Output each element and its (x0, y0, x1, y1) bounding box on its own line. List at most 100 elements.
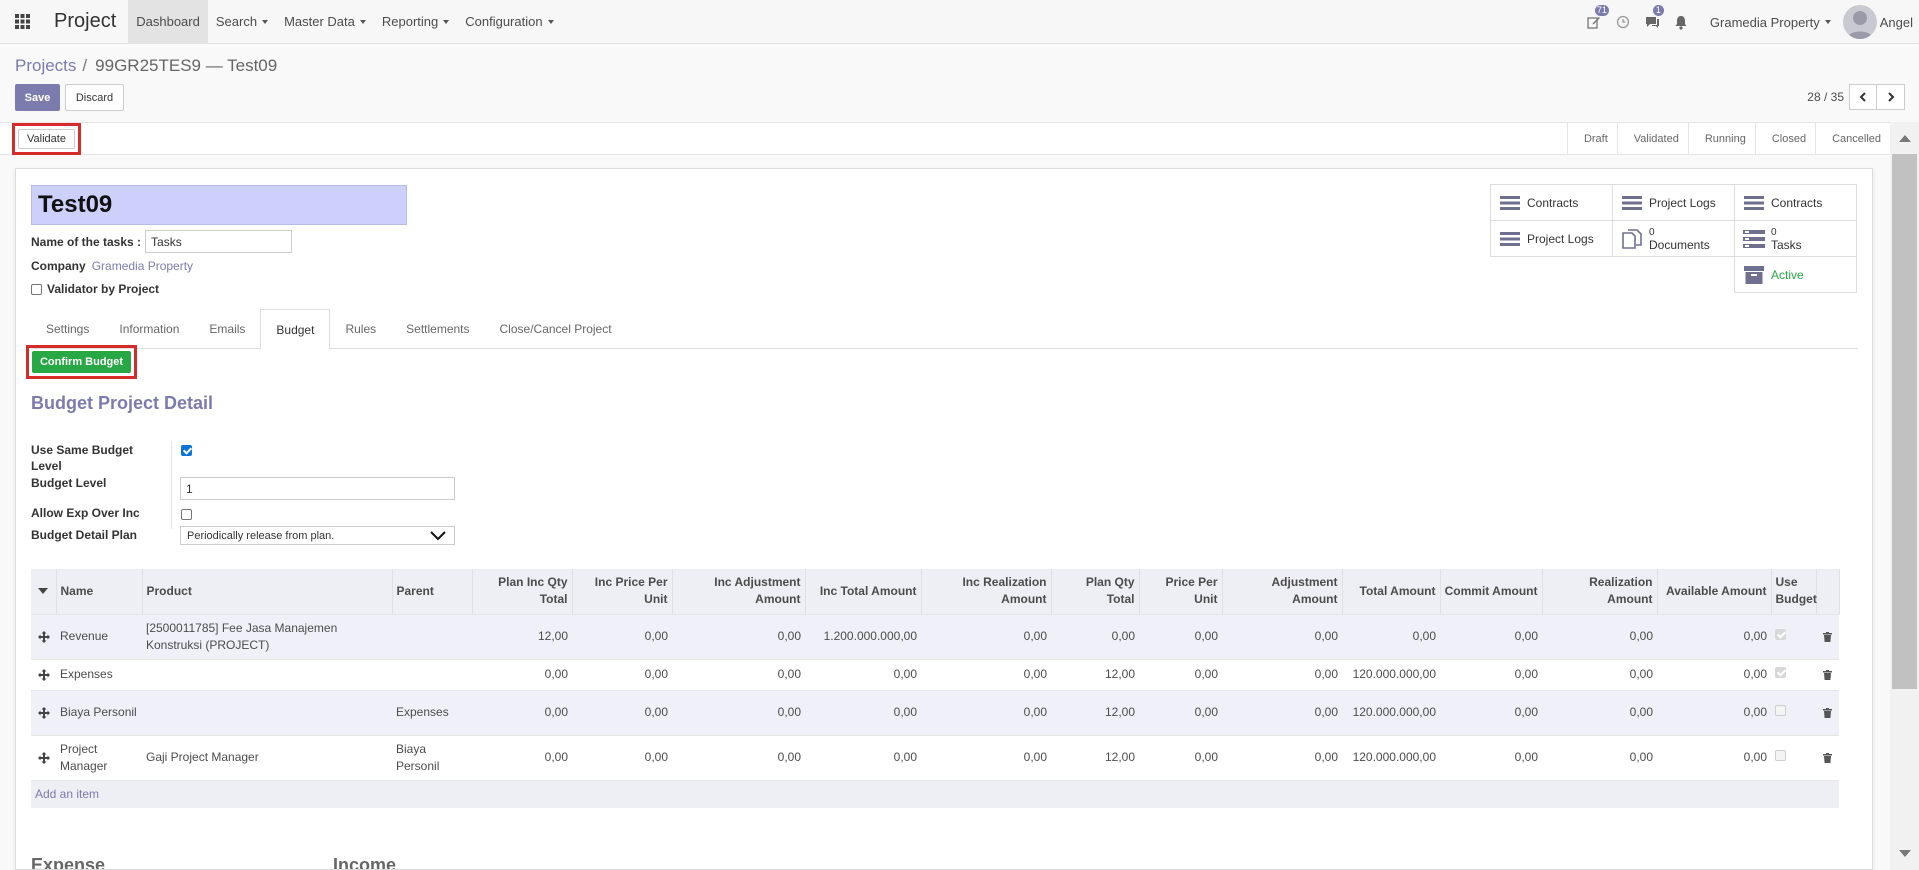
cell-product (142, 689, 392, 735)
table-row[interactable]: Biaya Personil Expenses 0,00 0,00 0,00 0… (31, 689, 1839, 735)
tab-emails[interactable]: Emails (194, 309, 260, 349)
company-switcher[interactable]: Gramedia Property (1710, 15, 1831, 30)
apps-menu-icon[interactable] (0, 0, 44, 44)
allow-exp-over-inc-checkbox[interactable] (181, 509, 192, 520)
tab-settings[interactable]: Settings (31, 309, 104, 349)
pager-value[interactable]: 28 / 35 (1807, 90, 1844, 104)
trash-icon[interactable] (1820, 752, 1835, 763)
menu-search[interactable]: Search (208, 0, 276, 44)
discard-button[interactable]: Discard (65, 84, 124, 111)
scroll-down-arrow-icon[interactable] (1899, 850, 1911, 857)
column-header[interactable]: Commit Amount (1440, 569, 1543, 614)
activity-button[interactable]: 71 (1580, 0, 1609, 44)
confirm-budget-button[interactable]: Confirm Budget (32, 351, 131, 373)
scroll-up-arrow-icon[interactable] (1899, 135, 1911, 142)
save-button[interactable]: Save (15, 84, 60, 111)
tasks-name-input[interactable]: Tasks (145, 230, 293, 253)
menu-master-data[interactable]: Master Data (276, 0, 374, 44)
table-row[interactable]: Project Manager Gaji Project Manager Bia… (31, 734, 1839, 780)
drag-handle-icon[interactable] (35, 751, 52, 764)
tab-close-cancel-project[interactable]: Close/Cancel Project (485, 309, 627, 349)
cell-inc-total: 1.200.000.000,00 (805, 613, 921, 659)
menu-reporting[interactable]: Reporting (374, 0, 457, 44)
column-header[interactable]: Inc Total Amount (805, 569, 922, 614)
table-row[interactable]: Revenue [2500011785] Fee Jasa Manajemen … (31, 613, 1839, 659)
cell-inc-realization: 0,00 (921, 658, 1051, 690)
tab-settlements[interactable]: Settlements (391, 309, 484, 349)
menu-dashboard[interactable]: Dashboard (128, 0, 208, 44)
budget-level-label: Budget Level (31, 476, 107, 490)
add-item-row: Add an item (31, 779, 1839, 808)
cell-use-budget (1771, 613, 1816, 659)
drag-handle-icon[interactable] (35, 706, 52, 719)
cell-available: 0,00 (1657, 689, 1771, 735)
column-header[interactable]: Plan Qty Total (1051, 569, 1140, 614)
project-logs-smart-button-2[interactable]: Project Logs (1490, 220, 1613, 257)
column-header[interactable]: Available Amount (1657, 569, 1772, 614)
column-header[interactable]: Name (56, 569, 143, 614)
stage-draft[interactable]: Draft (1566, 123, 1617, 154)
column-header[interactable]: Total Amount (1342, 569, 1441, 614)
menu-configuration[interactable]: Configuration (457, 0, 561, 44)
use-budget-checkbox[interactable] (1775, 750, 1786, 761)
notifications-button[interactable] (1667, 0, 1696, 44)
confirm-budget-highlight: Confirm Budget (26, 345, 137, 379)
use-budget-checkbox[interactable] (1775, 667, 1786, 678)
user-menu[interactable]: Angel (1842, 5, 1919, 39)
pager-next-button[interactable] (1877, 84, 1905, 110)
validate-button[interactable]: Validate (18, 129, 75, 149)
clock-button[interactable] (1609, 0, 1638, 44)
documents-smart-button[interactable]: 0 Documents (1612, 220, 1735, 257)
validator-checkbox[interactable] (31, 283, 42, 295)
cell-inc-realization: 0,00 (921, 613, 1051, 659)
stage-running[interactable]: Running (1687, 123, 1755, 154)
cell-plan-inc-qty: 0,00 (472, 658, 572, 690)
drag-handle-icon[interactable] (35, 668, 52, 681)
stage-validated[interactable]: Validated (1616, 123, 1688, 154)
column-header[interactable]: Product (142, 569, 393, 614)
project-name-input[interactable]: Test09 (31, 185, 407, 225)
active-toggle-button[interactable]: Active (1734, 256, 1857, 293)
column-header[interactable]: Plan Inc Qty Total (472, 569, 573, 614)
column-header[interactable]: Parent (392, 569, 473, 614)
budget-level-input[interactable]: 1 (180, 477, 455, 500)
breadcrumb-projects-link[interactable]: Projects (15, 56, 76, 76)
column-header[interactable]: Inc Realization Amount (921, 569, 1052, 614)
tab-information[interactable]: Information (104, 309, 194, 349)
activity-count-badge: 71 (1594, 5, 1609, 16)
column-header[interactable]: Inc Price Per Unit (572, 569, 673, 614)
scroll-thumb[interactable] (1892, 154, 1917, 689)
page-scrollbar[interactable] (1890, 122, 1919, 870)
column-header[interactable]: Use Budget (1771, 569, 1817, 614)
column-header[interactable]: Adjustment Amount (1222, 569, 1343, 614)
cell-commit: 0,00 (1440, 658, 1542, 690)
tab-rules[interactable]: Rules (330, 309, 391, 349)
company-link[interactable]: Gramedia Property (92, 259, 193, 273)
messages-button[interactable]: 1 (1638, 0, 1667, 44)
table-sort-toggle[interactable] (31, 569, 57, 614)
tab-budget[interactable]: Budget (260, 309, 331, 350)
trash-icon[interactable] (1820, 707, 1835, 718)
budget-detail-plan-select[interactable]: Periodically release from plan. (180, 526, 455, 545)
stage-cancelled[interactable]: Cancelled (1815, 123, 1890, 154)
cell-total: 120.000.000,00 (1342, 658, 1440, 690)
contracts-smart-button[interactable]: Contracts (1490, 184, 1613, 221)
trash-icon[interactable] (1820, 669, 1835, 680)
use-budget-checkbox[interactable] (1775, 705, 1786, 716)
table-row[interactable]: Expenses 0,00 0,00 0,00 0,00 0,00 12,00 … (31, 658, 1839, 690)
project-logs-smart-button[interactable]: Project Logs (1612, 184, 1735, 221)
tasks-smart-button[interactable]: 0 Tasks (1734, 220, 1857, 257)
drag-handle-icon[interactable] (35, 630, 52, 643)
use-budget-checkbox[interactable] (1775, 629, 1786, 640)
bell-icon (1675, 15, 1687, 30)
column-header[interactable]: Realization Amount (1542, 569, 1658, 614)
cell-available: 0,00 (1657, 613, 1771, 659)
pager-previous-button[interactable] (1849, 84, 1877, 110)
add-item-link[interactable]: Add an item (35, 787, 99, 801)
contracts-smart-button-2[interactable]: Contracts (1734, 184, 1857, 221)
column-header[interactable]: Price Per Unit (1139, 569, 1223, 614)
stage-closed[interactable]: Closed (1754, 123, 1815, 154)
same-budget-level-checkbox[interactable] (181, 445, 192, 456)
trash-icon[interactable] (1820, 631, 1835, 642)
column-header[interactable]: Inc Adjustment Amount (672, 569, 806, 614)
